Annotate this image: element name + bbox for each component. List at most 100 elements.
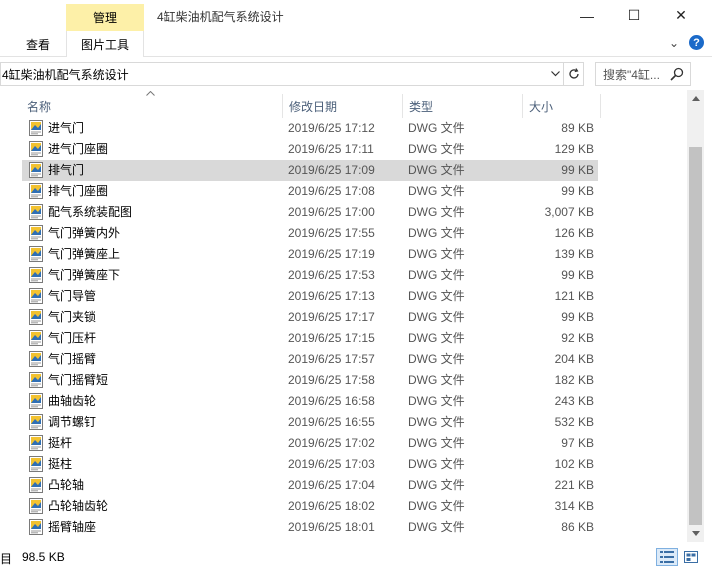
- file-row[interactable]: 气门弹簧座下 2019/6/25 17:53 DWG 文件 99 KB: [22, 265, 598, 286]
- file-name: 挺柱: [48, 457, 73, 471]
- file-date: 2019/6/25 17:53: [288, 268, 375, 282]
- file-row[interactable]: 排气门 2019/6/25 17:09 DWG 文件 99 KB: [22, 160, 598, 181]
- file-type: DWG 文件: [408, 163, 465, 177]
- file-row[interactable]: 气门夹锁 2019/6/25 17:17 DWG 文件 99 KB: [22, 307, 598, 328]
- column-header-size[interactable]: 大小: [523, 94, 601, 118]
- file-size: 221 KB: [554, 478, 594, 492]
- file-row[interactable]: 气门弹簧内外 2019/6/25 17:55 DWG 文件 126 KB: [22, 223, 598, 244]
- file-date: 2019/6/25 17:02: [288, 436, 375, 450]
- file-type: DWG 文件: [408, 184, 465, 198]
- file-date: 2019/6/25 18:01: [288, 520, 375, 534]
- dwg-file-icon: [29, 414, 43, 430]
- file-size: 532 KB: [554, 415, 594, 429]
- file-type: DWG 文件: [408, 289, 465, 303]
- file-size: 102 KB: [554, 457, 594, 471]
- file-size: 99 KB: [561, 184, 594, 198]
- tab-view[interactable]: 查看: [26, 31, 50, 57]
- vertical-scrollbar[interactable]: [687, 90, 704, 542]
- title-bar: 管理 4缸柴油机配气系统设计 — ☐ ✕: [0, 0, 712, 31]
- status-item-count: 目: [0, 552, 13, 566]
- file-name: 气门夹锁: [48, 310, 97, 324]
- file-size: 99 KB: [561, 163, 594, 177]
- file-row[interactable]: 气门摇臂 2019/6/25 17:57 DWG 文件 204 KB: [22, 349, 598, 370]
- address-path[interactable]: 4缸柴油机配气系统设计: [2, 66, 547, 83]
- file-row[interactable]: 凸轮轴齿轮 2019/6/25 18:02 DWG 文件 314 KB: [22, 496, 598, 517]
- file-type: DWG 文件: [408, 394, 465, 408]
- file-row[interactable]: 气门压杆 2019/6/25 17:15 DWG 文件 92 KB: [22, 328, 598, 349]
- close-button[interactable]: ✕: [658, 0, 704, 31]
- file-row[interactable]: 挺柱 2019/6/25 17:03 DWG 文件 102 KB: [22, 454, 598, 475]
- file-size: 89 KB: [561, 121, 594, 135]
- file-name: 排气门座圈: [48, 184, 109, 198]
- file-date: 2019/6/25 17:04: [288, 478, 375, 492]
- dwg-file-icon: [29, 309, 43, 325]
- file-name: 曲轴齿轮: [48, 394, 97, 408]
- context-tab-manage[interactable]: 管理: [66, 4, 144, 31]
- dwg-file-icon: [29, 288, 43, 304]
- file-row[interactable]: 气门导管 2019/6/25 17:13 DWG 文件 121 KB: [22, 286, 598, 307]
- file-type: DWG 文件: [408, 226, 465, 240]
- ribbon: 查看 图片工具 ⌄ ?: [0, 31, 712, 57]
- details-view-icon[interactable]: [656, 548, 678, 566]
- address-dropdown-icon[interactable]: [547, 63, 563, 85]
- column-header-name[interactable]: 名称: [21, 94, 283, 118]
- file-row[interactable]: 进气门座圈 2019/6/25 17:11 DWG 文件 129 KB: [22, 139, 598, 160]
- file-name: 摇臂轴座: [48, 520, 97, 534]
- file-type: DWG 文件: [408, 205, 465, 219]
- help-icon[interactable]: ?: [689, 35, 704, 50]
- large-icons-view-icon[interactable]: [680, 548, 702, 566]
- file-date: 2019/6/25 17:15: [288, 331, 375, 345]
- file-name: 排气门: [48, 163, 85, 177]
- file-size: 97 KB: [561, 436, 594, 450]
- address-bar[interactable]: 4缸柴油机配气系统设计: [0, 62, 584, 86]
- search-icon[interactable]: [670, 67, 684, 81]
- file-row[interactable]: 排气门座圈 2019/6/25 17:08 DWG 文件 99 KB: [22, 181, 598, 202]
- dwg-file-icon: [29, 141, 43, 157]
- dwg-file-icon: [29, 204, 43, 220]
- file-row[interactable]: 配气系统装配图 2019/6/25 17:00 DWG 文件 3,007 KB: [22, 202, 598, 223]
- file-row[interactable]: 进气门 2019/6/25 17:12 DWG 文件 89 KB: [22, 118, 598, 139]
- column-header-date[interactable]: 修改日期: [283, 94, 403, 118]
- file-size: 92 KB: [561, 331, 594, 345]
- file-size: 139 KB: [554, 247, 594, 261]
- scrollbar-thumb[interactable]: [689, 147, 702, 525]
- file-row[interactable]: 凸轮轴 2019/6/25 17:04 DWG 文件 221 KB: [22, 475, 598, 496]
- file-row[interactable]: 气门弹簧座上 2019/6/25 17:19 DWG 文件 139 KB: [22, 244, 598, 265]
- file-type: DWG 文件: [408, 310, 465, 324]
- file-size: 99 KB: [561, 310, 594, 324]
- ribbon-expand-icon[interactable]: ⌄: [669, 36, 679, 50]
- file-name: 气门摇臂短: [48, 373, 109, 387]
- file-row[interactable]: 曲轴齿轮 2019/6/25 16:58 DWG 文件 243 KB: [22, 391, 598, 412]
- file-name: 凸轮轴齿轮: [48, 499, 109, 513]
- file-row[interactable]: 摇臂轴座 2019/6/25 18:01 DWG 文件 86 KB: [22, 517, 598, 538]
- file-date: 2019/6/25 17:19: [288, 247, 375, 261]
- refresh-icon[interactable]: [563, 62, 584, 86]
- file-type: DWG 文件: [408, 436, 465, 450]
- tab-picture-tools[interactable]: 图片工具: [66, 31, 144, 57]
- file-name: 气门弹簧座下: [48, 268, 121, 282]
- minimize-button[interactable]: —: [564, 0, 610, 31]
- file-size: 243 KB: [554, 394, 594, 408]
- file-type: DWG 文件: [408, 520, 465, 534]
- dwg-file-icon: [29, 393, 43, 409]
- column-header-type[interactable]: 类型: [403, 94, 523, 118]
- file-name: 凸轮轴: [48, 478, 85, 492]
- file-type: DWG 文件: [408, 121, 465, 135]
- status-bar: 目 98.5 KB: [0, 542, 712, 571]
- file-type: DWG 文件: [408, 142, 465, 156]
- file-row[interactable]: 挺杆 2019/6/25 17:02 DWG 文件 97 KB: [22, 433, 598, 454]
- file-row[interactable]: 气门摇臂短 2019/6/25 17:58 DWG 文件 182 KB: [22, 370, 598, 391]
- dwg-file-icon: [29, 330, 43, 346]
- search-placeholder: 搜索"4缸...: [603, 67, 660, 82]
- file-name: 气门摇臂: [48, 352, 97, 366]
- file-type: DWG 文件: [408, 331, 465, 345]
- status-selection-size: 98.5 KB: [22, 550, 65, 564]
- address-row: 4缸柴油机配气系统设计 搜索"4缸...: [0, 62, 712, 88]
- file-date: 2019/6/25 17:09: [288, 163, 375, 177]
- scroll-down-icon[interactable]: [687, 525, 704, 542]
- dwg-file-icon: [29, 267, 43, 283]
- scroll-up-icon[interactable]: [687, 90, 704, 107]
- maximize-button[interactable]: ☐: [611, 0, 657, 31]
- file-row[interactable]: 调节螺钉 2019/6/25 16:55 DWG 文件 532 KB: [22, 412, 598, 433]
- search-input[interactable]: 搜索"4缸...: [595, 62, 691, 86]
